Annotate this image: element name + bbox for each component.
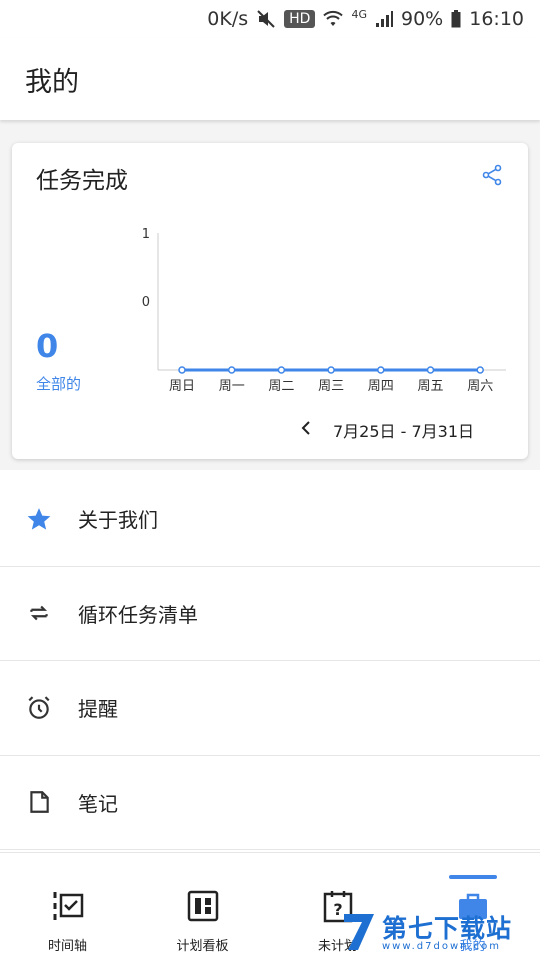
active-tab-indicator	[448, 875, 497, 879]
completion-chart: 1 0 周日 周一 周二 周三 周四 周五 周六	[142, 227, 506, 394]
y-tick-label: 1	[142, 227, 150, 242]
board-icon	[186, 889, 220, 923]
nav-label: 计划看板	[176, 939, 229, 954]
watermark-text: 第七下载站	[382, 914, 513, 943]
y-tick-label: 0	[142, 295, 150, 310]
x-tick-label: 周四	[368, 379, 394, 394]
date-range[interactable]: 7月25日 - 7月31日	[333, 418, 474, 442]
note-icon	[26, 789, 52, 815]
star-icon	[26, 506, 52, 532]
previous-week-icon[interactable]	[300, 420, 312, 436]
menu-item-notes[interactable]: 笔记	[0, 756, 540, 850]
x-tick-label: 周六	[467, 379, 493, 394]
page-title: 我的	[25, 66, 79, 98]
network-speed: 0K/s	[207, 8, 249, 30]
hd-badge: HD	[284, 10, 316, 28]
timeline-icon	[51, 889, 85, 923]
menu-item-recurring-tasks[interactable]: 循环任务清单	[0, 567, 540, 661]
task-completion-card: 任务完成 0 全部的 1 0 周日 周一 周二 周三 周四 周五 周六 7月25日 - 7月31…	[12, 143, 528, 459]
menu-item-label: 提醒	[78, 697, 118, 722]
x-tick-label: 周一	[219, 379, 245, 394]
battery-percent: 90%	[401, 8, 444, 30]
mute-icon	[256, 9, 276, 29]
signal-icon	[375, 10, 393, 28]
watermark-logo-icon	[340, 910, 378, 958]
share-icon[interactable]	[480, 163, 504, 187]
data-point	[178, 366, 186, 374]
x-tick-label: 周二	[268, 379, 294, 394]
x-tick-label: 周三	[318, 379, 344, 394]
status-bar: 0K/s HD 4G 90% 16:10	[0, 0, 540, 38]
data-point	[476, 366, 484, 374]
app-header: 我的	[0, 38, 540, 120]
settings-menu: 关于我们 循环任务清单 提醒 笔记	[0, 472, 540, 850]
nav-timeline[interactable]: 时间轴	[0, 853, 135, 960]
data-point	[377, 366, 385, 374]
nav-plan-board[interactable]: 计划看板	[135, 853, 270, 960]
data-point	[426, 366, 435, 374]
data-point	[227, 366, 236, 374]
watermark-url: www.d7down.com	[382, 941, 502, 952]
x-tick-label: 周五	[417, 379, 443, 394]
clock: 16:10	[469, 8, 524, 30]
network-type: 4G	[351, 7, 367, 21]
menu-item-about[interactable]: 关于我们	[0, 472, 540, 567]
menu-item-label: 循环任务清单	[78, 602, 198, 627]
total-completed-value: 0	[36, 327, 59, 365]
data-point	[277, 366, 286, 374]
battery-icon	[451, 10, 461, 28]
card-title: 任务完成	[36, 168, 128, 194]
menu-item-label: 笔记	[78, 791, 118, 816]
alarm-icon	[26, 695, 52, 721]
nav-label: 时间轴	[47, 939, 87, 954]
x-tick-label: 周日	[169, 379, 195, 394]
repeat-icon	[26, 600, 52, 626]
watermark: 第七下载站 www.d7down.com	[340, 908, 540, 960]
data-point	[327, 366, 335, 374]
wifi-icon	[323, 10, 344, 28]
menu-item-reminders[interactable]: 提醒	[0, 661, 540, 756]
total-completed-label: 全部的	[36, 375, 82, 393]
menu-item-label: 关于我们	[78, 508, 158, 533]
